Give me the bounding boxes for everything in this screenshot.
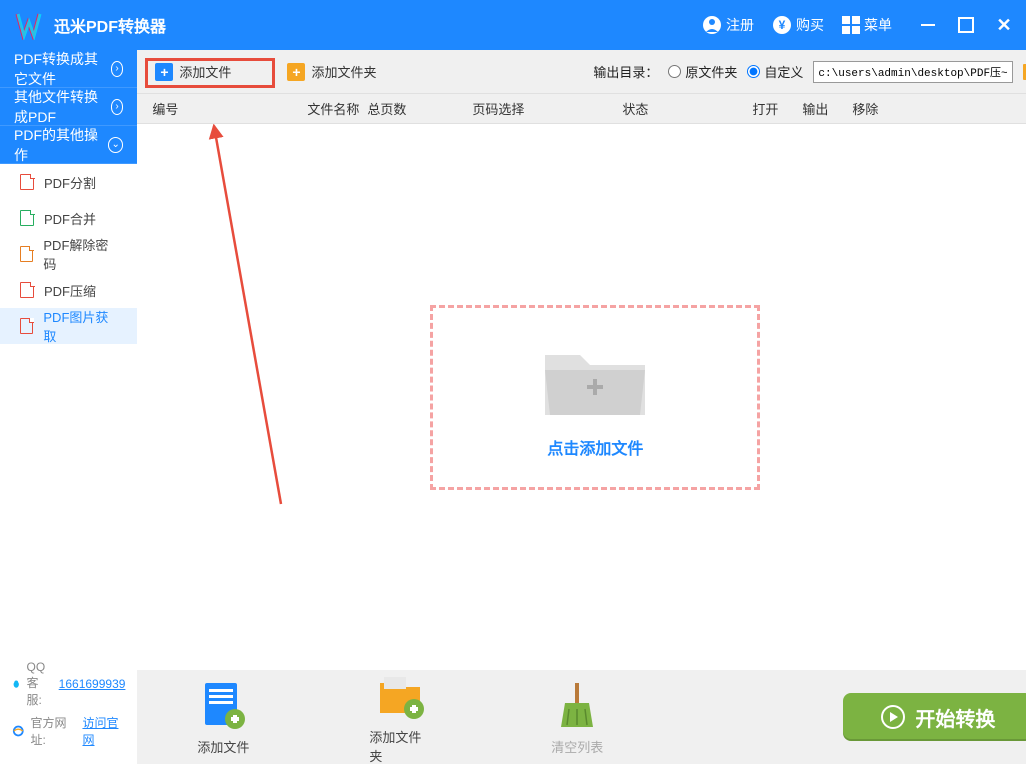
col-output: 输出 [802, 99, 852, 118]
sidebar-item-compress[interactable]: PDF压缩 [0, 272, 137, 308]
table-header: 编号 文件名称 总页数 页码选择 状态 打开 输出 移除 [137, 94, 1026, 124]
col-pages: 总页数 [367, 99, 472, 118]
play-icon [881, 705, 905, 729]
bottom-bar: 添加文件 添加文件夹 清空列表 开始转换 [137, 670, 1026, 764]
site-link[interactable]: 访问官网 [82, 714, 125, 748]
start-label: 开始转换 [915, 703, 995, 732]
site-label: 官方网址: [31, 714, 77, 748]
chevron-right-icon: › [111, 61, 124, 77]
drop-area: 点击添加文件 [137, 124, 1026, 670]
sidebar-item-extract-images[interactable]: PDF图片获取 [0, 308, 137, 344]
ie-icon [12, 724, 25, 738]
bottom-btn-label: 添加文件 [197, 737, 249, 756]
sidebar: PDF转换成其它文件 › 其他文件转换成PDF › PDF的其他操作 ⌄ PDF… [0, 50, 137, 764]
radio-source-folder[interactable]: 原文件夹 [668, 62, 737, 81]
menu-icon [842, 16, 860, 34]
col-remove: 移除 [852, 99, 902, 118]
minimize-button[interactable] [920, 17, 936, 33]
qq-icon [12, 676, 20, 692]
buy-button[interactable]: ¥ 购买 [772, 15, 824, 35]
output-label: 输出目录： [593, 62, 658, 81]
drop-label: 点击添加文件 [547, 435, 643, 459]
svg-text:¥: ¥ [779, 18, 786, 32]
sidebar-group-label: 其他文件转换成PDF [14, 87, 111, 127]
bottom-add-folder-button[interactable]: 添加文件夹 [369, 669, 431, 765]
sidebar-group-other-to-pdf[interactable]: 其他文件转换成PDF › [0, 88, 137, 126]
register-button[interactable]: 注册 [702, 15, 754, 35]
qq-number-link[interactable]: 1661699939 [59, 677, 126, 691]
add-file-label: 添加文件 [179, 62, 231, 81]
bottom-clear-button[interactable]: 清空列表 [551, 679, 603, 756]
sidebar-item-label: PDF压缩 [44, 281, 96, 300]
add-folder-label: 添加文件夹 [311, 62, 376, 81]
sidebar-group-pdf-to-other[interactable]: PDF转换成其它文件 › [0, 50, 137, 88]
start-convert-button[interactable]: 开始转换 [843, 693, 1026, 741]
radio-custom[interactable]: 自定义 [747, 62, 803, 81]
file-icon [20, 246, 33, 262]
add-file-icon [197, 679, 249, 731]
sidebar-item-split[interactable]: PDF分割 [0, 164, 137, 200]
radio-label: 原文件夹 [685, 62, 737, 81]
sidebar-item-label: PDF分割 [44, 173, 96, 192]
register-label: 注册 [726, 15, 754, 35]
sidebar-item-label: PDF合并 [44, 209, 96, 228]
content-area: + 添加文件 + 添加文件夹 输出目录： 原文件夹 自定义 编号 文件名称 [137, 50, 1026, 764]
plus-icon: + [155, 63, 173, 81]
toolbar: + 添加文件 + 添加文件夹 输出目录： 原文件夹 自定义 [137, 50, 1026, 94]
file-icon [20, 318, 33, 334]
col-number: 编号 [147, 99, 197, 118]
radio-label: 自定义 [764, 62, 803, 81]
sidebar-item-label: PDF图片获取 [43, 307, 117, 345]
file-icon [20, 282, 34, 298]
add-file-button[interactable]: + 添加文件 [147, 58, 239, 85]
close-button[interactable] [996, 17, 1012, 33]
col-page-select: 页码选择 [472, 99, 622, 118]
col-status: 状态 [622, 99, 752, 118]
chevron-down-icon: ⌄ [108, 137, 123, 153]
sidebar-item-unlock[interactable]: PDF解除密码 [0, 236, 137, 272]
app-title: 迅米PDF转换器 [54, 13, 166, 37]
output-path-input[interactable] [813, 61, 1013, 83]
app-logo [8, 5, 48, 45]
menu-button[interactable]: 菜单 [842, 15, 892, 35]
sidebar-group-pdf-ops[interactable]: PDF的其他操作 ⌄ [0, 126, 137, 164]
drop-box[interactable]: 点击添加文件 [430, 305, 760, 490]
file-icon [20, 174, 34, 190]
broom-icon [551, 679, 603, 731]
plus-icon: + [287, 63, 305, 81]
sidebar-footer: QQ 客服: 1661699939 官方网址: 访问官网 [0, 650, 137, 764]
folder-icon [535, 335, 655, 425]
buy-label: 购买 [796, 15, 824, 35]
bottom-add-file-button[interactable]: 添加文件 [197, 679, 249, 756]
add-folder-icon [374, 669, 426, 721]
qq-label: QQ 客服: [26, 660, 52, 708]
title-bar: 迅米PDF转换器 注册 ¥ 购买 菜单 [0, 0, 1026, 50]
sidebar-item-merge[interactable]: PDF合并 [0, 200, 137, 236]
bottom-btn-label: 添加文件夹 [369, 727, 431, 765]
col-filename: 文件名称 [197, 99, 367, 118]
menu-label: 菜单 [864, 15, 892, 35]
sidebar-group-label: PDF转换成其它文件 [14, 49, 111, 89]
bottom-btn-label: 清空列表 [551, 737, 603, 756]
file-icon [20, 210, 34, 226]
sidebar-item-label: PDF解除密码 [43, 235, 117, 273]
maximize-button[interactable] [958, 17, 974, 33]
chevron-right-icon: › [111, 99, 124, 115]
col-open: 打开 [752, 99, 802, 118]
add-folder-button[interactable]: + 添加文件夹 [279, 58, 384, 85]
sidebar-group-label: PDF的其他操作 [14, 125, 108, 165]
